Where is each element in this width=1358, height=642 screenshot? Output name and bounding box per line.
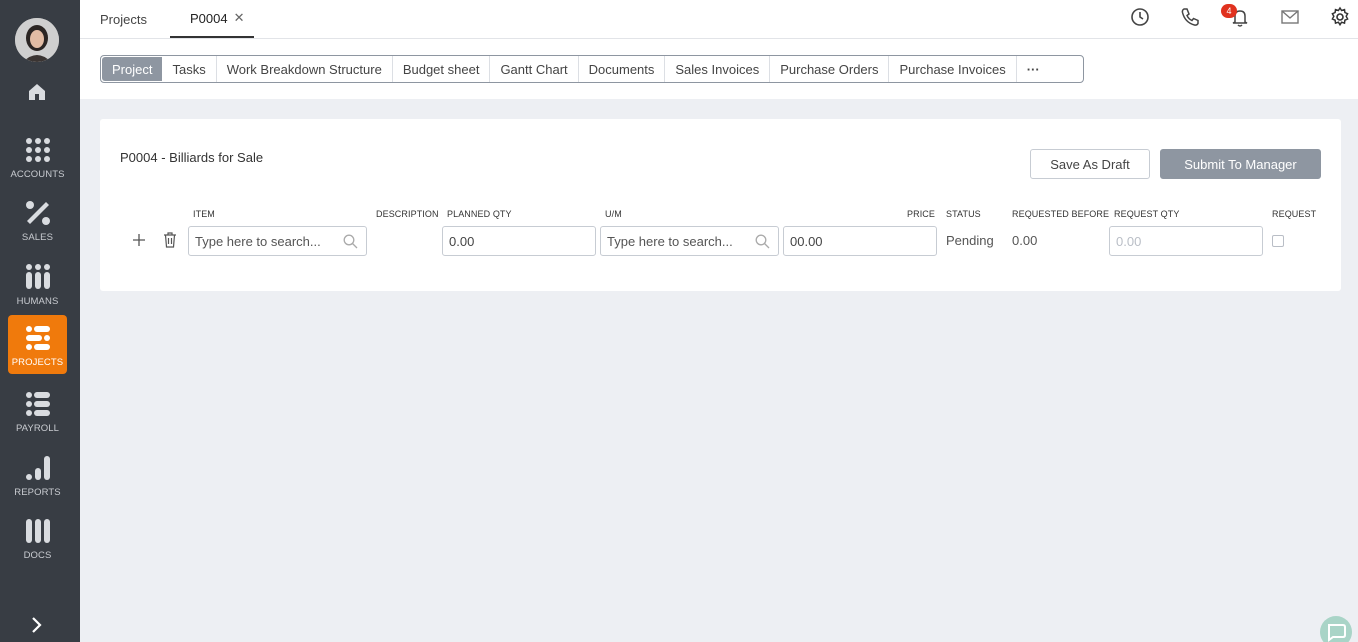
sidebar-item-accounts[interactable]: ACCOUNTS (8, 127, 67, 186)
tab-label: Budget sheet (402, 61, 480, 77)
sidebar-item-humans[interactable]: HUMANS (8, 254, 67, 313)
search-icon (755, 234, 770, 249)
tab-label: Sales Invoices (675, 61, 760, 77)
tab-label: Purchase Invoices (899, 61, 1006, 77)
grid-dots-icon (25, 138, 50, 162)
add-row-icon[interactable] (132, 233, 146, 247)
tab-tasks[interactable]: Tasks (162, 56, 217, 82)
gear-icon[interactable] (1329, 6, 1351, 28)
list-icon (25, 392, 50, 416)
tab-label: P0004 (190, 10, 228, 26)
tab-sales-invoices[interactable]: Sales Invoices (665, 56, 771, 82)
top-bar: Projects P0004 ✕ 4 (80, 0, 1358, 39)
price-value: 00.00 (790, 233, 823, 249)
price-input[interactable]: 00.00 (783, 226, 937, 256)
sidebar-item-docs[interactable]: DOCS (8, 508, 67, 567)
sidebar-item-payroll[interactable]: PAYROLL (8, 381, 67, 440)
tab-documents[interactable]: Documents (579, 56, 666, 82)
tab-project[interactable]: Project (102, 57, 163, 81)
item-search-placeholder: Type here to search... (195, 233, 321, 249)
column-header-item: ITEM (193, 209, 215, 219)
sidebar-item-label: DOCS (23, 550, 52, 561)
more-icon: ··· (1026, 61, 1040, 77)
submit-to-manager-button[interactable]: Submit To Manager (1160, 149, 1321, 179)
sidebar-item-reports[interactable]: REPORTS (8, 445, 67, 504)
percent-icon (25, 201, 50, 225)
sidebar: ACCOUNTS SALES HUMANS PROJECTS PAYROLL R… (0, 0, 80, 642)
tab-purchase-orders[interactable]: Purchase Orders (770, 56, 890, 82)
sidebar-item-label: HUMANS (16, 296, 59, 307)
sidebar-item-label: ACCOUNTS (10, 169, 65, 180)
home-icon[interactable] (27, 82, 47, 102)
trash-icon[interactable] (163, 232, 177, 248)
planned-qty-value: 0.00 (449, 233, 475, 249)
sidebar-item-label: PAYROLL (15, 423, 60, 434)
chevron-right-icon[interactable] (28, 616, 46, 634)
sidebar-item-sales[interactable]: SALES (8, 190, 67, 249)
projects-icon (25, 326, 50, 350)
tab-label: Gantt Chart (500, 61, 568, 77)
um-search-placeholder: Type here to search... (607, 233, 733, 249)
request-qty-input[interactable]: 0.00 (1109, 226, 1263, 256)
tab-label: Work Breakdown Structure (226, 61, 382, 77)
tab-projects[interactable]: Projects (100, 0, 147, 38)
project-tabs: Project Tasks Work Breakdown Structure B… (100, 55, 1084, 83)
close-icon[interactable]: ✕ (234, 10, 245, 26)
tab-budget-sheet[interactable]: Budget sheet (393, 56, 491, 82)
docs-icon (25, 519, 50, 543)
tab-work-breakdown-structure[interactable]: Work Breakdown Structure (217, 56, 393, 82)
phone-icon[interactable] (1179, 6, 1201, 28)
tab-label: Projects (100, 11, 147, 27)
column-header-um: U/M (605, 209, 622, 219)
chat-icon (1328, 624, 1346, 642)
request-qty-placeholder: 0.00 (1116, 233, 1142, 249)
clock-icon[interactable] (1129, 6, 1151, 28)
project-card: P0004 - Billiards for Sale Save As Draft… (100, 119, 1341, 291)
planned-qty-input[interactable]: 0.00 (442, 226, 596, 256)
tab-label: Purchase Orders (780, 61, 879, 77)
column-header-request-qty: REQUEST QTY (1114, 209, 1180, 219)
save-as-draft-button[interactable]: Save As Draft (1030, 149, 1150, 179)
bar-chart-icon (25, 456, 50, 480)
more-tabs-button[interactable]: ··· (1017, 56, 1050, 82)
avatar[interactable] (15, 18, 59, 62)
column-header-status: STATUS (946, 209, 981, 219)
tab-gantt-chart[interactable]: Gantt Chart (490, 56, 579, 82)
avatar-image (15, 18, 59, 62)
column-header-request: REQUEST (1272, 209, 1317, 219)
search-icon (343, 234, 358, 249)
tab-strip-area: Project Tasks Work Breakdown Structure B… (80, 39, 1358, 99)
chat-button[interactable] (1320, 616, 1352, 642)
item-search-input[interactable]: Type here to search... (188, 226, 367, 256)
column-header-price: PRICE (907, 209, 936, 219)
sidebar-item-label: REPORTS (14, 487, 61, 498)
um-search-input[interactable]: Type here to search... (600, 226, 779, 256)
tab-p0004[interactable]: P0004 ✕ (170, 0, 254, 38)
tab-label: Documents (588, 61, 655, 77)
tab-purchase-invoices[interactable]: Purchase Invoices (889, 56, 1017, 82)
sidebar-item-label: SALES (21, 232, 54, 243)
status-value: Pending (946, 233, 994, 248)
column-header-requested-before: REQUESTED BEFORE (1012, 209, 1110, 219)
notification-badge: 4 (1221, 4, 1237, 18)
mail-icon[interactable] (1279, 6, 1301, 28)
tab-label: Project (112, 61, 153, 77)
tab-label: Tasks (172, 61, 206, 77)
column-header-planned-qty: PLANNED QTY (447, 209, 512, 219)
page-title: P0004 - Billiards for Sale (120, 150, 264, 165)
requested-before-value: 0.00 (1012, 233, 1038, 248)
sidebar-item-projects[interactable]: PROJECTS (8, 315, 67, 374)
people-icon (25, 264, 50, 289)
column-header-description: DESCRIPTION (376, 209, 439, 219)
sidebar-item-label: PROJECTS (11, 357, 64, 368)
request-checkbox[interactable] (1272, 235, 1284, 247)
